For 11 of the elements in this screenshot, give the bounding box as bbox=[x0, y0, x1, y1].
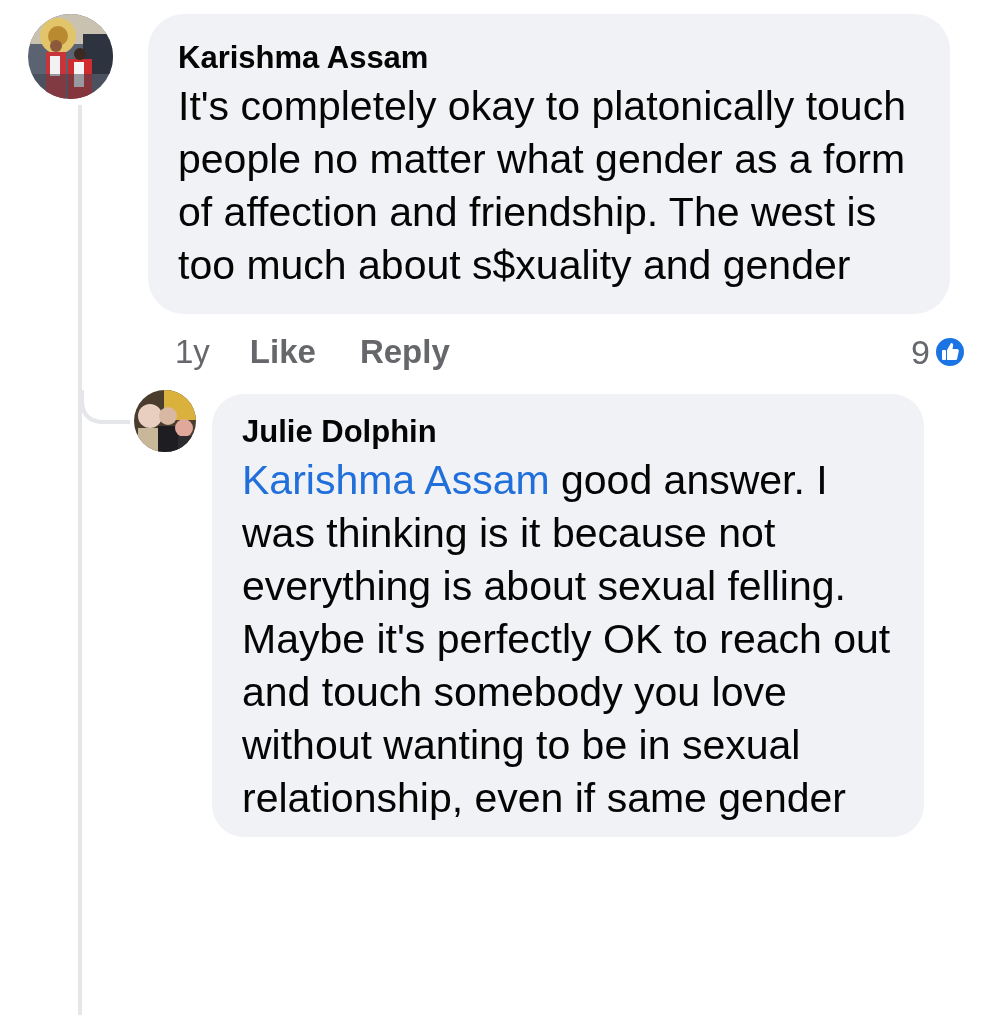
timestamp: 1y bbox=[175, 333, 210, 371]
action-link[interactable]: Reply bbox=[359, 333, 450, 371]
author-name: Julie Dolphin bbox=[242, 413, 438, 451]
author-name: Karishma Assam bbox=[178, 39, 430, 77]
thread-connector-line bbox=[80, 390, 130, 424]
reaction-count: 9 bbox=[911, 332, 930, 372]
mention-link[interactable]: Karishma Assam bbox=[242, 457, 550, 503]
reply-text: Karishma Assam good answer. I was thinking is it because not everything is about sexual felling. Maybe it's perfectly OK to reach out and touch somebody you love without wanting to be in sexual relationship, even if same gender bbox=[242, 456, 892, 823]
thumbs-up-icon bbox=[934, 336, 966, 368]
action-link[interactable]: Like bbox=[249, 333, 316, 371]
comment-text: It's completely okay to platonically touch people no matter what gender as a form of affection and friendship. The west is too much about s$xuality and gender bbox=[178, 82, 907, 290]
